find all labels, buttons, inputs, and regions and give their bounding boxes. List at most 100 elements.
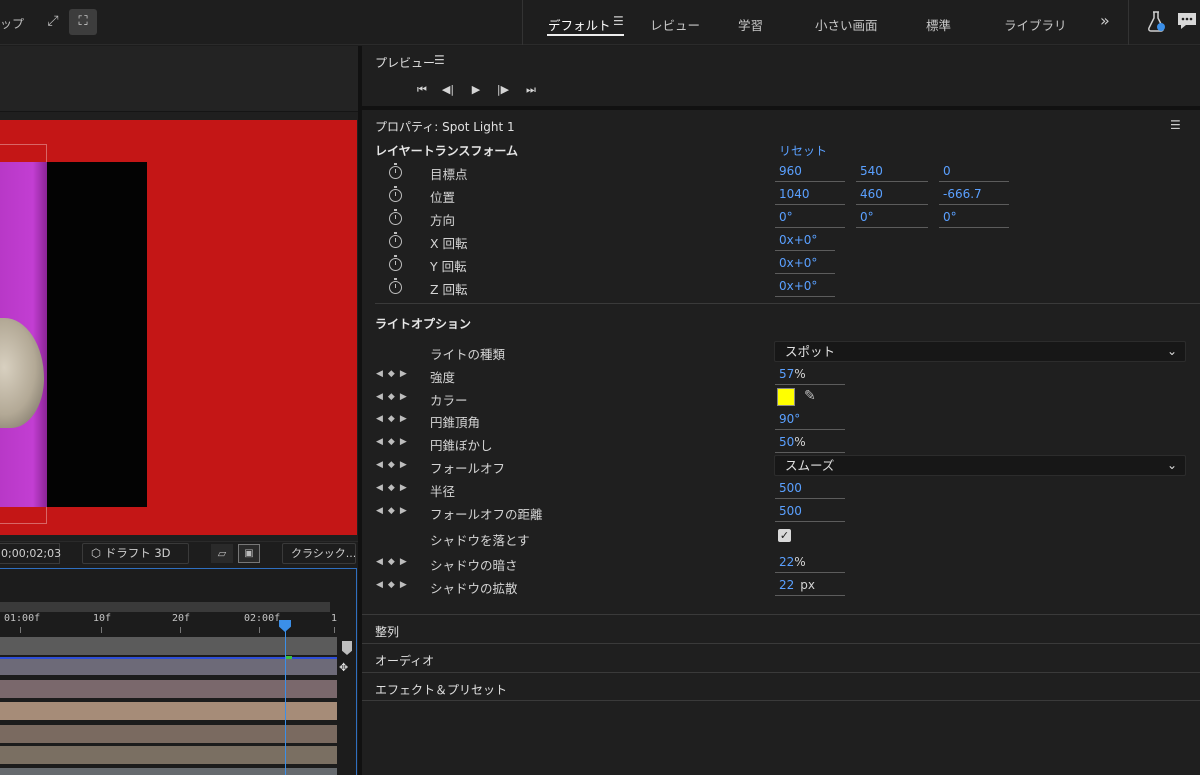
light-color-swatch[interactable]: [777, 388, 795, 406]
cone-feather-field[interactable]: 50%: [775, 435, 845, 453]
composition-viewer[interactable]: [0, 120, 357, 535]
align-section[interactable]: 整列: [362, 614, 1200, 643]
pin-tool-icon[interactable]: ⤢: [44, 12, 62, 30]
orientation-x[interactable]: 0°: [775, 210, 845, 228]
orientation-y[interactable]: 0°: [856, 210, 928, 228]
keyframe-navigator-icon[interactable]: ◀◆▶: [376, 367, 418, 381]
stopwatch-icon[interactable]: [389, 278, 402, 294]
light-type-dropdown[interactable]: スポット ⌄: [774, 341, 1186, 362]
layer-track-bar[interactable]: [0, 746, 337, 764]
layer-track-bar[interactable]: [0, 657, 337, 675]
casts-shadows-checkbox[interactable]: ✓: [778, 529, 791, 542]
point-of-interest-y[interactable]: 540: [856, 164, 928, 182]
cone-feather-unit: %: [794, 435, 806, 449]
radius-value[interactable]: 500: [775, 481, 845, 499]
layer-track-bar[interactable]: [0, 725, 337, 743]
extended-viewer-icon[interactable]: ▣: [238, 544, 260, 563]
eyedropper-icon[interactable]: ✎: [804, 388, 816, 404]
position-x[interactable]: 1040: [775, 187, 845, 205]
keyframe-navigator-icon[interactable]: ◀◆▶: [376, 555, 418, 569]
draft-3d-icon: ⬡: [91, 546, 105, 560]
ground-plane-icon[interactable]: ⏥: [211, 544, 233, 563]
falloff-label: フォールオフ: [430, 461, 506, 476]
point-of-interest-x[interactable]: 960: [775, 164, 845, 182]
color-label: カラー: [430, 393, 468, 408]
cone-feather-value: 50: [779, 435, 795, 449]
last-frame-icon[interactable]: ⏭: [523, 82, 539, 98]
layer-track-bar[interactable]: [0, 637, 337, 655]
play-icon[interactable]: ▶: [468, 82, 484, 98]
workspace-menu-icon[interactable]: ☰: [613, 14, 624, 28]
point-of-interest-z[interactable]: 0: [939, 164, 1009, 182]
intensity-label: 強度: [430, 370, 456, 385]
preview-menu-icon[interactable]: ☰: [434, 53, 445, 67]
falloff-distance-value[interactable]: 500: [775, 504, 845, 522]
keyframe-navigator-icon[interactable]: ◀◆▶: [376, 481, 418, 495]
previous-frame-icon[interactable]: ◀|: [440, 82, 456, 98]
ruler-tick: [20, 627, 21, 633]
orientation-z[interactable]: 0°: [939, 210, 1009, 228]
keyframe-navigator-icon[interactable]: ◀◆▶: [376, 412, 418, 426]
x-rotation-value[interactable]: 0x+0°: [775, 233, 835, 251]
chevron-down-icon: ⌄: [1166, 344, 1177, 358]
ruler-label: 01:00f: [4, 613, 41, 624]
stopwatch-icon[interactable]: [389, 209, 402, 225]
workspace-tab-small-screen[interactable]: 小さい画面: [815, 15, 878, 34]
stopwatch-icon[interactable]: [389, 163, 402, 179]
properties-menu-icon[interactable]: ☰: [1170, 118, 1181, 132]
intensity-field[interactable]: 57%: [775, 367, 845, 385]
snapping-toggle-icon[interactable]: ⛶: [69, 9, 97, 35]
workspace-tab-standard[interactable]: 標準: [926, 15, 951, 34]
stopwatch-icon[interactable]: [389, 186, 402, 202]
workspace-tab-review[interactable]: レビュー: [650, 15, 700, 34]
work-area-end-handle[interactable]: [342, 641, 352, 655]
reset-link[interactable]: リセット: [779, 142, 827, 159]
workspace-tab-libraries[interactable]: ライブラリ: [1004, 15, 1067, 34]
audio-section[interactable]: オーディオ: [362, 643, 1200, 672]
shadow-darkness-field[interactable]: 22%: [775, 555, 845, 573]
keyframe-navigator-icon[interactable]: ◀◆▶: [376, 458, 418, 472]
playhead-line: [285, 631, 286, 775]
stopwatch-icon[interactable]: [389, 232, 402, 248]
casts-shadows-label: シャドウを落とす: [430, 533, 530, 548]
next-frame-icon[interactable]: |▶: [495, 82, 511, 98]
position-y[interactable]: 460: [856, 187, 928, 205]
layer-track-bar[interactable]: [0, 680, 337, 698]
toolbar-truncated-label: ップ: [0, 17, 25, 31]
layer-track-bar[interactable]: [0, 768, 337, 775]
falloff-dropdown[interactable]: スムーズ ⌄: [774, 455, 1186, 476]
effects-presets-section-title: エフェクト＆プリセット: [375, 683, 508, 697]
intensity-value: 57: [779, 367, 795, 381]
keyframe-navigator-icon[interactable]: ◀◆▶: [376, 504, 418, 518]
keyframe-navigator-icon[interactable]: ◀◆▶: [376, 435, 418, 449]
comp-marker-bin-icon[interactable]: ✥: [339, 661, 355, 677]
composition-panel: [0, 46, 358, 541]
workspace-tab-learn[interactable]: 学習: [738, 15, 763, 34]
cone-angle-value[interactable]: 90°: [775, 412, 845, 430]
renderer-dropdown[interactable]: クラシック...: [282, 543, 356, 564]
stopwatch-icon[interactable]: [389, 255, 402, 271]
light-options-title: ライトオプション: [375, 317, 472, 331]
cone-feather-label: 円錐ぼかし: [430, 438, 493, 453]
beta-flask-icon[interactable]: [1146, 10, 1166, 32]
cache-indicator: [285, 656, 292, 659]
y-rotation-value[interactable]: 0x+0°: [775, 256, 835, 274]
preview-title: プレビュー: [375, 56, 436, 70]
ruler-tick: [259, 627, 260, 633]
shadow-diffusion-field[interactable]: 22 px: [775, 578, 845, 596]
z-rotation-value[interactable]: 0x+0°: [775, 279, 835, 297]
comment-icon[interactable]: [1176, 11, 1198, 31]
ruler-label: 1: [331, 613, 338, 624]
layer-track-bar[interactable]: [0, 702, 337, 720]
draft-3d-button[interactable]: ⬡ ドラフト 3D: [82, 543, 189, 564]
first-frame-icon[interactable]: ⏮: [414, 82, 430, 98]
time-navigator[interactable]: [0, 602, 330, 612]
workspace-tab-default[interactable]: デフォルト: [548, 15, 611, 34]
current-time-display[interactable]: 0;00;02;03: [0, 543, 61, 564]
keyframe-navigator-icon[interactable]: ◀◆▶: [376, 390, 418, 404]
x-rotation-label: X 回転: [430, 236, 468, 251]
position-z[interactable]: -666.7: [939, 187, 1009, 205]
effects-presets-section[interactable]: エフェクト＆プリセット: [362, 672, 1200, 701]
keyframe-navigator-icon[interactable]: ◀◆▶: [376, 578, 418, 592]
more-workspaces-icon[interactable]: »: [1100, 11, 1110, 30]
